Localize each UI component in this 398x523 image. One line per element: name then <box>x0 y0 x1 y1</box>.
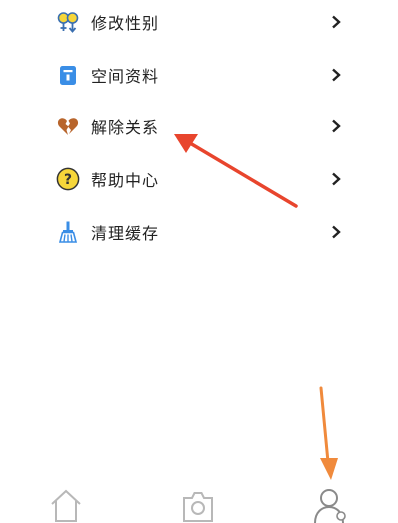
menu-item-label: 空间资料 <box>91 67 160 86</box>
orange-annotation-arrow <box>319 386 338 480</box>
chevron-right-icon <box>332 225 341 239</box>
menu-item-space-profile[interactable]: 空间资料 <box>0 53 398 97</box>
menu-item-label: 清理缓存 <box>91 224 160 243</box>
profile-card-icon <box>56 63 80 87</box>
menu-item-label: 解除关系 <box>91 118 160 137</box>
home-icon <box>51 489 81 522</box>
menu-item-label: 帮助中心 <box>91 171 160 190</box>
svg-text:?: ? <box>64 172 72 188</box>
settings-screen: 修改性别 空间资料 解除关系 ? 帮助中心 清理缓存 <box>0 0 398 523</box>
chevron-right-icon <box>332 68 341 82</box>
broom-icon <box>56 220 80 244</box>
menu-item-change-gender[interactable]: 修改性别 <box>0 0 398 44</box>
help-icon: ? <box>56 167 80 191</box>
tab-home[interactable] <box>46 486 86 523</box>
menu-item-dissolve-relationship[interactable]: 解除关系 <box>0 104 398 148</box>
menu-item-help-center[interactable]: ? 帮助中心 <box>0 157 398 201</box>
tab-camera[interactable] <box>178 486 218 523</box>
chevron-right-icon <box>332 172 341 186</box>
chevron-right-icon <box>332 15 341 29</box>
broken-heart-icon <box>56 114 80 138</box>
tab-profile[interactable] <box>310 486 350 523</box>
camera-icon <box>183 492 213 522</box>
chevron-right-icon <box>332 119 341 133</box>
profile-icon <box>314 489 346 523</box>
gender-icon <box>56 10 80 34</box>
menu-item-clear-cache[interactable]: 清理缓存 <box>0 210 398 254</box>
bottom-tab-bar <box>0 478 398 523</box>
menu-item-label: 修改性别 <box>91 14 160 33</box>
